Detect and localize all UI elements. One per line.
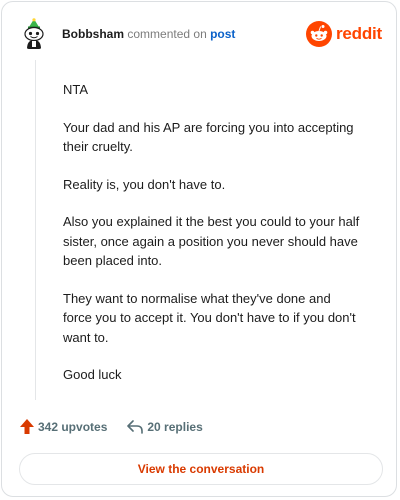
- avatar[interactable]: [18, 18, 50, 50]
- upvote-count: 342 upvotes: [38, 419, 108, 434]
- post-link[interactable]: post: [210, 27, 235, 41]
- comment-footer: 342 upvotes 20 replies: [20, 419, 203, 434]
- comment-header: Bobbsham commented on post: [62, 27, 235, 41]
- username-link[interactable]: Bobbsham: [62, 27, 124, 41]
- upvote-button[interactable]: 342 upvotes: [20, 419, 107, 434]
- brand-wordmark: reddit: [335, 24, 382, 43]
- comment-paragraph: Also you explained it the best you could…: [63, 214, 360, 268]
- comment-paragraph: They want to normalise what they've done…: [63, 290, 356, 345]
- comment-paragraph: Good luck: [63, 367, 122, 382]
- reddit-snoo-icon: [305, 21, 332, 47]
- comment-body: NTA Your dad and his AP are forcing you …: [63, 80, 363, 403]
- comment-card: Bobbsham commented on post reddit NTA Yo…: [1, 1, 397, 497]
- thread-line: [35, 60, 36, 400]
- view-conversation-button[interactable]: View the conversation: [19, 453, 383, 485]
- comment-paragraph: Reality is, you don't have to.: [63, 176, 226, 192]
- reddit-logo[interactable]: reddit: [305, 20, 382, 48]
- comment-paragraph: NTA: [63, 82, 89, 97]
- replies-button[interactable]: 20 replies: [127, 419, 203, 434]
- upvote-arrow-icon: [20, 419, 34, 434]
- reply-count: 20 replies: [147, 419, 203, 434]
- snoo-avatar-icon: [24, 18, 44, 49]
- reply-arrow-icon: [127, 419, 144, 434]
- comment-paragraph: Your dad and his AP are forcing you into…: [63, 119, 354, 155]
- action-text: commented on: [127, 27, 207, 41]
